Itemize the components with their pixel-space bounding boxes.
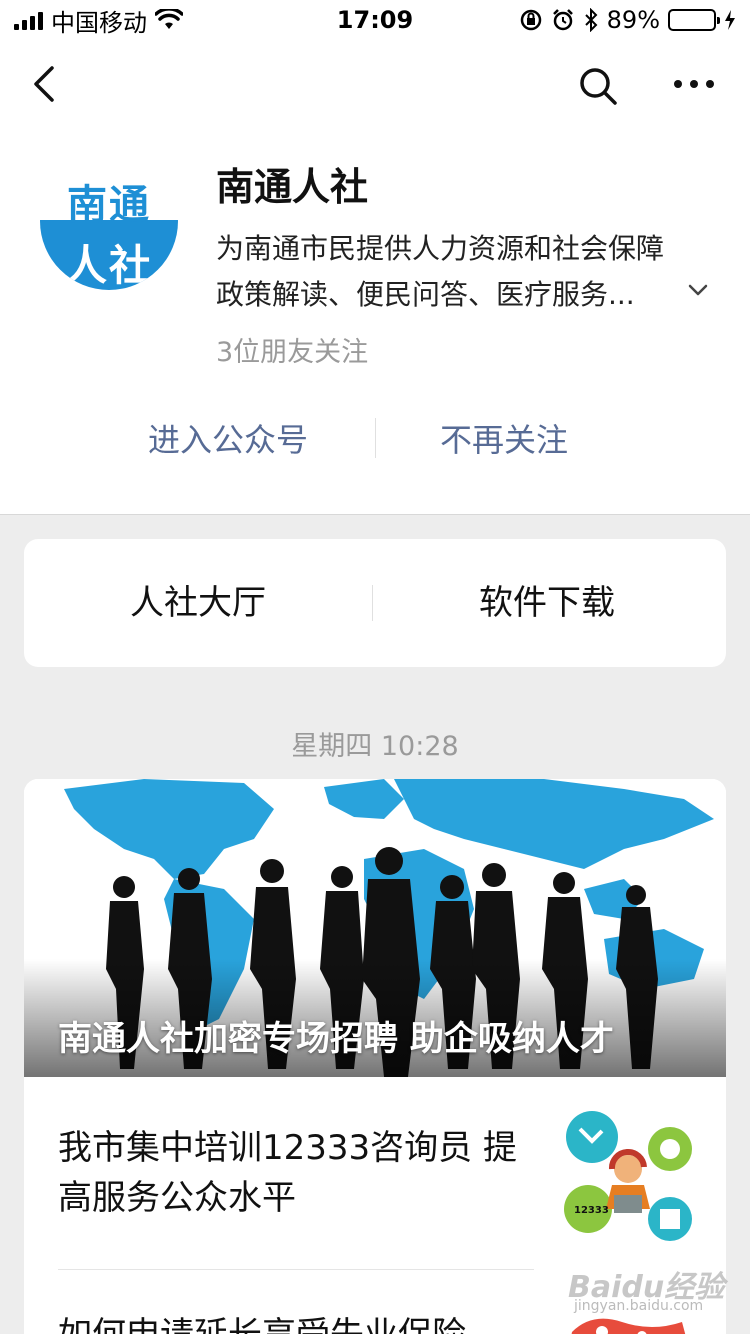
chevron-down-icon [688, 284, 708, 296]
article-card: 南通人社加密专场招聘 助企吸纳人才 我市集中培训12333咨询员 提高服务公众水… [24, 779, 726, 1334]
chevron-left-icon [34, 66, 54, 102]
battery-percent: 89% [606, 6, 660, 34]
menu-item-download[interactable]: 软件下载 [373, 539, 721, 667]
menu-card: 人社大厅 软件下载 [24, 539, 726, 667]
article-title: 如何申请延长享受失业保险 [58, 1310, 538, 1334]
more-dots-icon [674, 80, 714, 88]
cover-article-title: 南通人社加密专场招聘 助企吸纳人才 [58, 1019, 614, 1059]
friends-following: 3位朋友关注 [216, 337, 369, 368]
account-avatar: 南通 人社 [40, 152, 178, 290]
expand-description-button[interactable] [686, 278, 710, 302]
account-profile: 南通 人社 南通人社 为南通市民提供人力资源和社会保障 政策解读、便民问答、医疗… [0, 40, 750, 515]
logo-text-top: 南通 [67, 182, 151, 228]
thumb-number: 12333 [574, 1205, 609, 1216]
article-item[interactable]: 我市集中培训12333咨询员 提高服务公众水平 12333 [24, 1077, 726, 1269]
wifi-icon [155, 9, 183, 29]
more-button[interactable] [672, 66, 716, 102]
nav-bar [0, 40, 750, 128]
bluetooth-icon [584, 8, 598, 32]
description-line-1: 为南通市民提供人力资源和社会保障 [216, 232, 665, 265]
rotation-lock-icon [520, 9, 541, 31]
signal-strength-icon [14, 10, 43, 30]
unfollow-button[interactable]: 不再关注 [374, 410, 634, 470]
action-row: 进入公众号 不再关注 [0, 410, 750, 470]
search-button[interactable] [576, 64, 620, 108]
description-line-2: 政策解读、便民问答、医疗服务... [216, 278, 635, 311]
cover-article[interactable]: 南通人社加密专场招聘 助企吸纳人才 [24, 779, 726, 1077]
back-button[interactable] [28, 62, 64, 106]
enter-account-button[interactable]: 进入公众号 [98, 410, 358, 470]
carrier-label: 中国移动 [51, 8, 147, 37]
watermark-url: jingyan.baidu.com [574, 1298, 704, 1314]
alarm-icon [552, 9, 573, 31]
customer-service-image: 12333 [562, 1109, 696, 1243]
account-name: 南通人社 [216, 165, 369, 209]
search-icon [580, 68, 617, 105]
status-bar: 中国移动 17:09 89% [0, 0, 750, 40]
article-title: 我市集中培训12333咨询员 提高服务公众水平 [58, 1128, 517, 1218]
message-timestamp: 星期四 10:28 [291, 731, 459, 762]
account-description: 为南通市民提供人力资源和社会保障 政策解读、便民问答、医疗服务... [216, 226, 696, 318]
charging-icon [725, 10, 735, 30]
battery-icon [668, 9, 720, 31]
logo-text-bottom: 人社 [64, 241, 153, 290]
menu-item-hall[interactable]: 人社大厅 [24, 539, 372, 667]
article-thumbnail: 12333 [562, 1109, 696, 1243]
